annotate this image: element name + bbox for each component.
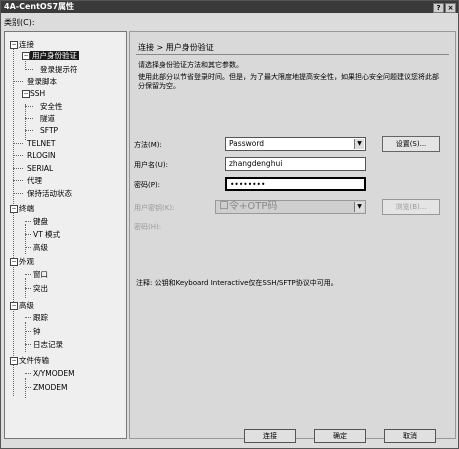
tree-item-terminal-advanced[interactable]: 高级 [33, 243, 48, 252]
tree-guide-line [13, 168, 23, 169]
tree-guide-line [25, 247, 31, 248]
tree-item-keepalive[interactable]: 保持活动状态 [27, 189, 72, 198]
tree-guide-line [13, 81, 23, 82]
tree-item-login-script[interactable]: 登录脚本 [27, 77, 57, 86]
tree-item-trace[interactable]: 跟踪 [33, 313, 48, 322]
tree-guide-line [25, 130, 33, 131]
tree-item-logging[interactable]: 日志记录 [33, 340, 63, 349]
tree-guide-line [13, 155, 23, 156]
tree-item-xymodem[interactable]: X/YMODEM [33, 369, 75, 378]
window-title: 4A-CentOS7属性 [4, 2, 75, 11]
tree-item-terminal[interactable]: 终端 [19, 204, 34, 213]
method-label: 方法(M): [134, 141, 162, 149]
tree-item-rlogin[interactable]: RLOGIN [27, 151, 56, 160]
tree-guide-line [25, 387, 31, 388]
note-text: 注释: 公钥和Keyboard Interactive仅在SSH/SFTP协议中… [136, 279, 338, 287]
tree-guide-line [25, 69, 33, 70]
properties-dialog: 4A-CentOS7属性 ? × 类别(C): − 连接 − 用户身份验证 登录… [0, 0, 459, 449]
tree-guide-line [25, 288, 31, 289]
tree-item-vt-mode[interactable]: VT 模式 [33, 230, 60, 239]
userkey-value: 口令+OTP码 [219, 201, 278, 212]
collapse-icon[interactable]: − [10, 258, 18, 266]
browse-button: 浏览(B)... [382, 199, 440, 215]
tree-item-advanced[interactable]: 高级 [19, 301, 34, 310]
tree-item-file-transfer[interactable]: 文件传输 [19, 356, 49, 365]
tree-item-appearance[interactable]: 外观 [19, 257, 34, 266]
tree-guide-line [25, 118, 33, 119]
tree-guide-line [25, 317, 31, 318]
collapse-icon[interactable]: − [10, 205, 18, 213]
tree-item-sftp[interactable]: SFTP [40, 126, 58, 135]
tree-guide-line [13, 193, 23, 194]
tree-item-zmodem[interactable]: ZMODEM [33, 383, 68, 392]
tree-guide-line [25, 104, 26, 140]
tree-guide-line [13, 212, 14, 222]
tree-item-keyboard[interactable]: 键盘 [33, 217, 48, 226]
tree-guide-line [25, 322, 26, 352]
collapse-icon[interactable]: − [22, 52, 30, 60]
method-value: Password [229, 139, 265, 148]
tree-item-serial[interactable]: SERIAL [27, 164, 53, 173]
tree-item-connection[interactable]: 连接 [19, 40, 34, 49]
settings-button[interactable]: 设置(S)... [382, 136, 440, 152]
tree-guide-line [13, 180, 23, 181]
help-button[interactable]: ? [433, 3, 444, 13]
tree-guide-line [25, 274, 31, 275]
tree-guide-line [25, 224, 26, 254]
tree-item-user-auth[interactable]: 用户身份验证 [30, 51, 79, 60]
title-bar: 4A-CentOS7属性 ? × [1, 1, 458, 13]
description-secondary: 使用此部分以节省登录时间。但是，为了最大限度地提高安全性，如果担心安全问题建议您… [138, 73, 439, 90]
userkey-select: 口令+OTP码 ▼ [215, 200, 366, 214]
connect-button[interactable]: 连接 [244, 429, 296, 443]
chevron-down-icon[interactable]: ▼ [354, 139, 364, 149]
password-input[interactable]: •••••••• [225, 177, 366, 191]
collapse-icon[interactable]: − [10, 302, 18, 310]
username-input[interactable]: zhangdenghui [225, 157, 366, 171]
tree-guide-line [25, 234, 31, 235]
tree-guide-line [25, 331, 31, 332]
tree-item-proxy[interactable]: 代理 [27, 176, 42, 185]
password-label: 密码(P): [134, 181, 161, 189]
settings-panel: 连接 > 用户身份验证 请选择身份验证方法和其它参数。 使用此部分以节省登录时间… [129, 31, 456, 439]
divider [136, 54, 449, 55]
tree-guide-line [25, 221, 31, 222]
collapse-icon[interactable]: − [10, 41, 18, 49]
category-label: 类别(C): [4, 18, 35, 27]
collapse-icon[interactable]: − [22, 90, 30, 98]
tree-guide-line [25, 344, 31, 345]
method-select[interactable]: Password ▼ [225, 137, 366, 151]
tree-guide-line [13, 143, 23, 144]
cancel-button[interactable]: 取消 [384, 429, 436, 443]
breadcrumb: 连接 > 用户身份验证 [138, 43, 214, 52]
tree-guide-line [25, 373, 31, 374]
close-button[interactable]: × [445, 3, 456, 13]
userkey-label: 用户密钥(K): [134, 204, 175, 212]
tree-item-window[interactable]: 窗口 [33, 270, 48, 279]
tree-item-tunnel[interactable]: 隧道 [40, 114, 55, 123]
tree-item-login-prompt[interactable]: 登录提示符 [40, 65, 78, 74]
category-tree[interactable]: − 连接 − 用户身份验证 登录提示符 登录脚本 − SSH 安全性 隧道 SF… [4, 31, 127, 439]
tree-item-ssh[interactable]: SSH [30, 89, 45, 98]
chevron-down-icon: ▼ [354, 202, 364, 212]
tree-item-bell[interactable]: 钟 [33, 327, 41, 336]
tree-item-security[interactable]: 安全性 [40, 102, 63, 111]
username-label: 用户名(U): [134, 161, 168, 169]
ok-button[interactable]: 确定 [314, 429, 366, 443]
tree-item-telnet[interactable]: TELNET [27, 139, 55, 148]
tree-guide-line [25, 106, 33, 107]
description-primary: 请选择身份验证方法和其它参数。 [138, 61, 243, 69]
tree-item-highlight[interactable]: 突出 [33, 284, 48, 293]
tree-guide-line [25, 378, 26, 398]
passphrase-label: 密码(H): [134, 223, 162, 231]
collapse-icon[interactable]: − [10, 357, 18, 365]
